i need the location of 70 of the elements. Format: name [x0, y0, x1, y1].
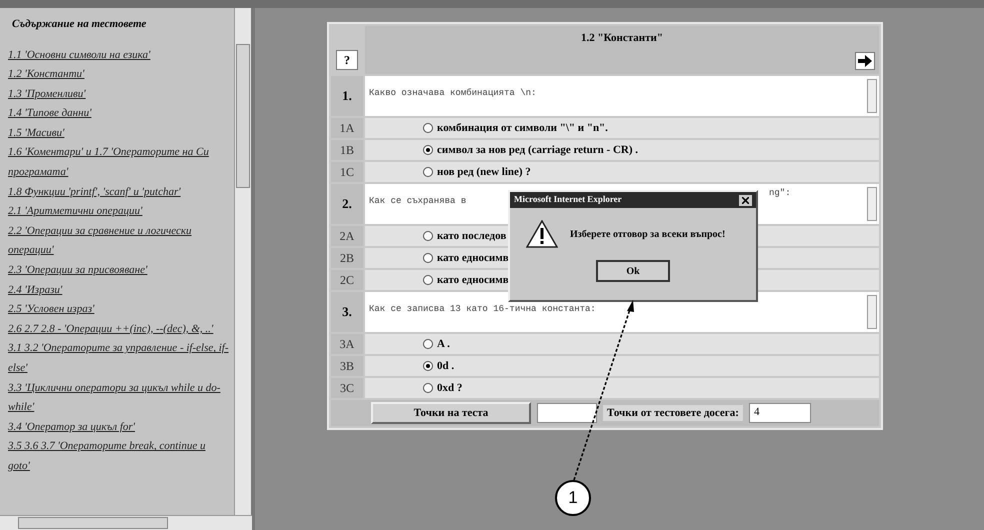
score-field[interactable] — [537, 403, 597, 423]
sidebar-link[interactable]: 2.5 'Условен израз' — [8, 300, 230, 320]
option-label: 2B — [340, 250, 354, 267]
question-text: Какво означава комбинацията \n: — [369, 88, 536, 98]
option-text: като последов — [437, 228, 506, 244]
ok-button[interactable]: Ok — [596, 260, 670, 282]
close-button[interactable] — [739, 194, 752, 206]
option-text: нов ред (new line) ? — [437, 164, 531, 180]
option-label: 3C — [340, 380, 354, 397]
option-label: 3A — [340, 336, 354, 353]
option-label: 1C — [340, 164, 354, 181]
option-label: 2A — [340, 228, 354, 245]
option-text: като едносимв — [437, 250, 509, 266]
radio-button[interactable] — [423, 231, 433, 241]
vertical-scrollbar[interactable] — [234, 8, 251, 515]
option-text: 0xd ? — [437, 380, 462, 396]
next-button[interactable] — [855, 52, 875, 70]
sidebar-link[interactable]: 3.4 'Оператор за цикъл for' — [8, 418, 230, 438]
sidebar-link[interactable]: 1.6 'Коментари' и 1.7 'Операторите на Си програмата' — [8, 143, 230, 183]
option-label: 3B — [340, 358, 354, 375]
question-number: 1. — [342, 87, 352, 106]
sidebar-link[interactable]: 1.4 'Типове данни' — [8, 104, 230, 124]
option-label: 2C — [340, 272, 354, 289]
sidebar-link[interactable]: 1.8 Функции 'printf', 'scanf' и 'putchar' — [8, 182, 230, 202]
sidebar-link[interactable]: 3.5 3.6 3.7 'Операторите break, continue и goto' — [8, 437, 230, 477]
radio-button[interactable] — [423, 275, 433, 285]
radio-button[interactable] — [423, 145, 433, 155]
option-text: символ за нов ред (carriage return - CR) . — [437, 142, 638, 158]
sidebar-link[interactable]: 1.5 'Масиви' — [8, 124, 230, 144]
radio-button[interactable] — [423, 253, 433, 263]
sidebar-link[interactable]: 2.1 'Аритметични операции' — [8, 202, 230, 222]
radio-button[interactable] — [423, 383, 433, 393]
help-button[interactable]: ? — [336, 50, 358, 70]
option-text: 0d . — [437, 358, 454, 374]
total-score-label: Точки от тестовете досега: — [603, 404, 743, 422]
close-icon — [742, 196, 749, 204]
option-label: 1A — [340, 120, 354, 137]
radio-button[interactable] — [423, 339, 433, 349]
dialog-message: Изберете отговор за всеки въпрос! — [570, 228, 726, 242]
question-text: Как се записва 13 като 16-тична константа: — [369, 304, 596, 314]
sidebar-link[interactable]: 2.4 'Изрази' — [8, 280, 230, 300]
sidebar-link[interactable]: 2.3 'Операции за присвояване' — [8, 261, 230, 281]
question-text: ng": — [769, 187, 791, 200]
sidebar-link[interactable]: 2.2 'Операции за сравнение и логически операции' — [8, 222, 230, 262]
sidebar-link[interactable]: 1.1 'Основни символи на езика' — [8, 46, 230, 66]
arrow-right-icon — [858, 55, 872, 67]
option-text: комбинация от символи "\" и "n". — [437, 120, 608, 136]
total-score-field[interactable]: 4 — [748, 403, 811, 423]
warning-icon — [526, 220, 558, 248]
sidebar-title: Съдържание на тестовете — [12, 17, 148, 32]
horizontal-scrollbar[interactable] — [0, 515, 252, 530]
callout-number: 1 — [555, 480, 591, 516]
sidebar-link[interactable]: 3.1 3.2 'Операторите за управление - if-else, if-else' — [8, 339, 230, 379]
option-text: A . — [437, 336, 450, 352]
question-number: 3. — [342, 303, 352, 322]
test-title: 1.2 "Константи" — [581, 31, 663, 46]
option-text: като едносимв — [437, 272, 509, 288]
question-number: 2. — [342, 195, 352, 214]
option-label: 1B — [340, 142, 354, 159]
radio-button[interactable] — [423, 123, 433, 133]
sidebar-link[interactable]: 1.2 'Константи' — [8, 65, 230, 85]
sidebar-link[interactable]: 3.3 'Циклични оператори за цикъл while и do-while' — [8, 378, 230, 418]
question-text: Как се съхранява в — [369, 196, 466, 206]
radio-button[interactable] — [423, 167, 433, 177]
score-button[interactable]: Точки на теста — [371, 402, 531, 424]
radio-button[interactable] — [423, 361, 433, 371]
sidebar-link[interactable]: 1.3 'Променливи' — [8, 84, 230, 104]
dialog-title: Microsoft Internet Explorer — [514, 193, 622, 206]
question-text-area[interactable]: Какво означава комбинацията \n: — [365, 76, 879, 116]
sidebar-link[interactable]: 2.6 2.7 2.8 - 'Операции ++(inc), --(dec), &, ..' — [8, 320, 230, 340]
